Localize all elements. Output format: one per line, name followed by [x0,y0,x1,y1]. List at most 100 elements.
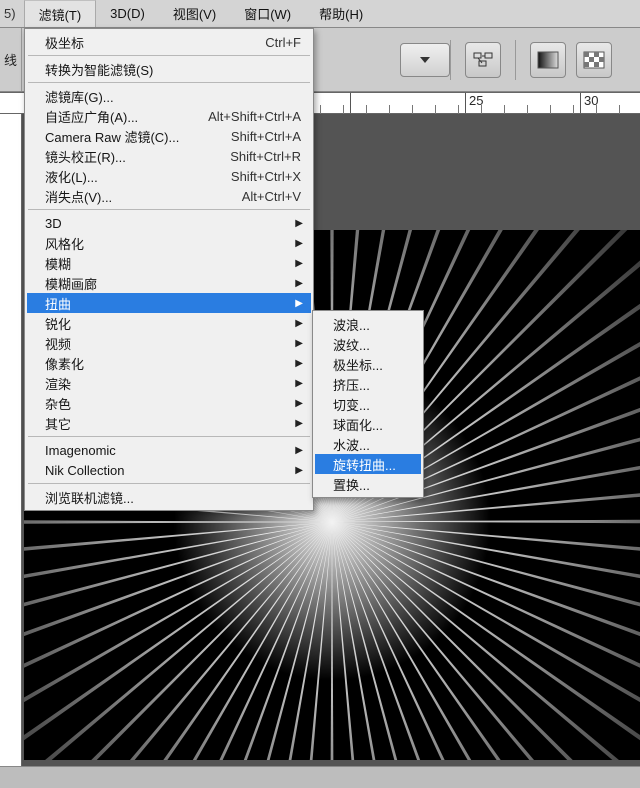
filter-menu-item[interactable]: 其它▶ [27,413,311,433]
menu-item-shortcut: Ctrl+F [265,35,301,50]
menu-item-label: 旋转扭曲... [333,455,411,474]
arrange-icon [473,51,493,69]
menu-item-label: 波纹... [333,335,411,354]
menu-item-label: 波浪... [333,315,411,334]
submenu-arrow-icon: ▶ [295,358,303,369]
filter-menu-item[interactable]: 液化(L)... Shift+Ctrl+X [27,166,311,186]
filter-menu-item[interactable]: 风格化▶ [27,233,311,253]
submenu-arrow-icon: ▶ [295,418,303,429]
menu-item-label: Camera Raw 滤镜(C)... [45,127,199,146]
menu-item-label: 杂色 [45,394,301,413]
menu-item-label: 球面化... [333,415,411,434]
distort-menu-item[interactable]: 水波... [315,434,421,454]
distort-menu-item[interactable]: 球面化... [315,414,421,434]
filter-menu-item[interactable]: 锐化▶ [27,313,311,333]
ruler-tick [350,93,354,113]
submenu-arrow-icon: ▶ [295,318,303,329]
distort-menu-item[interactable]: 极坐标... [315,354,421,374]
distort-submenu: 波浪...波纹...极坐标...挤压...切变...球面化...水波...旋转扭… [312,310,424,498]
menu-3d[interactable]: 3D(D) [96,0,159,27]
menu-item-label: 极坐标... [333,355,411,374]
menu-item-label: 挤压... [333,375,411,394]
submenu-arrow-icon: ▶ [295,258,303,269]
filter-menu-item[interactable]: 自适应广角(A)... Alt+Shift+Ctrl+A [27,106,311,126]
menu-item-label: 转换为智能滤镜(S) [45,60,301,79]
menu-item-label: 滤镜库(G)... [45,87,301,106]
filter-menu-item[interactable]: 视频▶ [27,333,311,353]
filter-menu-item[interactable]: 3D▶ [27,213,311,233]
submenu-arrow-icon: ▶ [295,238,303,249]
menu-window[interactable]: 窗口(W) [230,0,305,27]
filter-menu-item[interactable]: 像素化▶ [27,353,311,373]
submenu-arrow-icon: ▶ [295,398,303,409]
filter-menu-item[interactable]: Imagenomic▶ [27,440,311,460]
menu-item-label: 扭曲 [45,294,301,313]
filter-menu-item[interactable]: Nik Collection▶ [27,460,311,480]
menu-item-label: 水波... [333,435,411,454]
menu-filter[interactable]: 滤镜(T) [24,0,97,27]
toolbar-dropdown[interactable] [400,43,450,77]
filter-menu-item[interactable]: 转换为智能滤镜(S) [27,59,311,79]
distort-menu-item[interactable]: 波纹... [315,334,421,354]
menu-item-label: 风格化 [45,234,301,253]
menu-item-shortcut: Alt+Ctrl+V [242,189,301,204]
submenu-arrow-icon: ▶ [295,338,303,349]
menu-item-label: Imagenomic [45,443,301,458]
menu-item-shortcut: Shift+Ctrl+X [231,169,301,184]
submenu-arrow-icon: ▶ [295,445,303,456]
ruler-vertical [0,114,22,766]
menu-item-shortcut: Shift+Ctrl+R [230,149,301,164]
checker-icon [583,51,605,69]
menu-item-label: 镜头校正(R)... [45,147,198,166]
filter-menu-item[interactable]: 浏览联机滤镜... [27,487,311,507]
distort-menu-item[interactable]: 旋转扭曲... [315,454,421,474]
menu-item-label: 自适应广角(A)... [45,107,176,126]
menu-item-label: 浏览联机滤镜... [45,488,301,507]
toolbar-btn-checker[interactable] [576,42,612,78]
menu-item-label: 切变... [333,395,411,414]
menu-item-label: 极坐标 [45,33,233,52]
menu-item-shortcut: Alt+Shift+Ctrl+A [208,109,301,124]
submenu-arrow-icon: ▶ [295,378,303,389]
distort-menu-item[interactable]: 切变... [315,394,421,414]
menu-item-label: 消失点(V)... [45,187,210,206]
filter-menu-item[interactable]: 模糊画廊▶ [27,273,311,293]
menu-view[interactable]: 视图(V) [159,0,230,27]
filter-menu: 极坐标 Ctrl+F 转换为智能滤镜(S) 滤镜库(G)...自适应广角(A)... A… [24,28,314,511]
menu-item-shortcut: Shift+Ctrl+A [231,129,301,144]
menu-item-label: 渲染 [45,374,301,393]
menu-item-label: Nik Collection [45,463,301,478]
menu-item-label: 像素化 [45,354,301,373]
menubar: 5) 滤镜(T) 3D(D) 视图(V) 窗口(W) 帮助(H) [0,0,640,28]
submenu-arrow-icon: ▶ [295,218,303,229]
menu-item-label: 置换... [333,475,411,494]
filter-menu-item[interactable]: 镜头校正(R)... Shift+Ctrl+R [27,146,311,166]
filter-menu-item[interactable]: 模糊▶ [27,253,311,273]
menu-item-label: 视频 [45,334,301,353]
filter-menu-item[interactable]: 扭曲▶ [27,293,311,313]
submenu-arrow-icon: ▶ [295,278,303,289]
toolbar-btn-arrange[interactable] [465,42,501,78]
menu-item-label: 模糊画廊 [45,274,301,293]
menubar-fragment: 5) [0,0,24,27]
distort-menu-item[interactable]: 置换... [315,474,421,494]
menu-help[interactable]: 帮助(H) [305,0,377,27]
distort-menu-item[interactable]: 挤压... [315,374,421,394]
menu-item-label: 液化(L)... [45,167,199,186]
tool-label: 线 [0,28,22,91]
filter-menu-item[interactable]: Camera Raw 滤镜(C)... Shift+Ctrl+A [27,126,311,146]
menu-item-label: 3D [45,216,301,231]
filter-menu-item[interactable]: 杂色▶ [27,393,311,413]
filter-menu-item[interactable]: 消失点(V)... Alt+Ctrl+V [27,186,311,206]
menu-item-label: 锐化 [45,314,301,333]
filter-menu-item[interactable]: 极坐标 Ctrl+F [27,32,311,52]
status-bar [0,766,640,788]
filter-menu-item[interactable]: 滤镜库(G)... [27,86,311,106]
distort-menu-item[interactable]: 波浪... [315,314,421,334]
submenu-arrow-icon: ▶ [295,298,303,309]
menu-item-label: 其它 [45,414,301,433]
gradient-icon [537,51,559,69]
submenu-arrow-icon: ▶ [295,465,303,476]
toolbar-btn-gradient-preview[interactable] [530,42,566,78]
filter-menu-item[interactable]: 渲染▶ [27,373,311,393]
